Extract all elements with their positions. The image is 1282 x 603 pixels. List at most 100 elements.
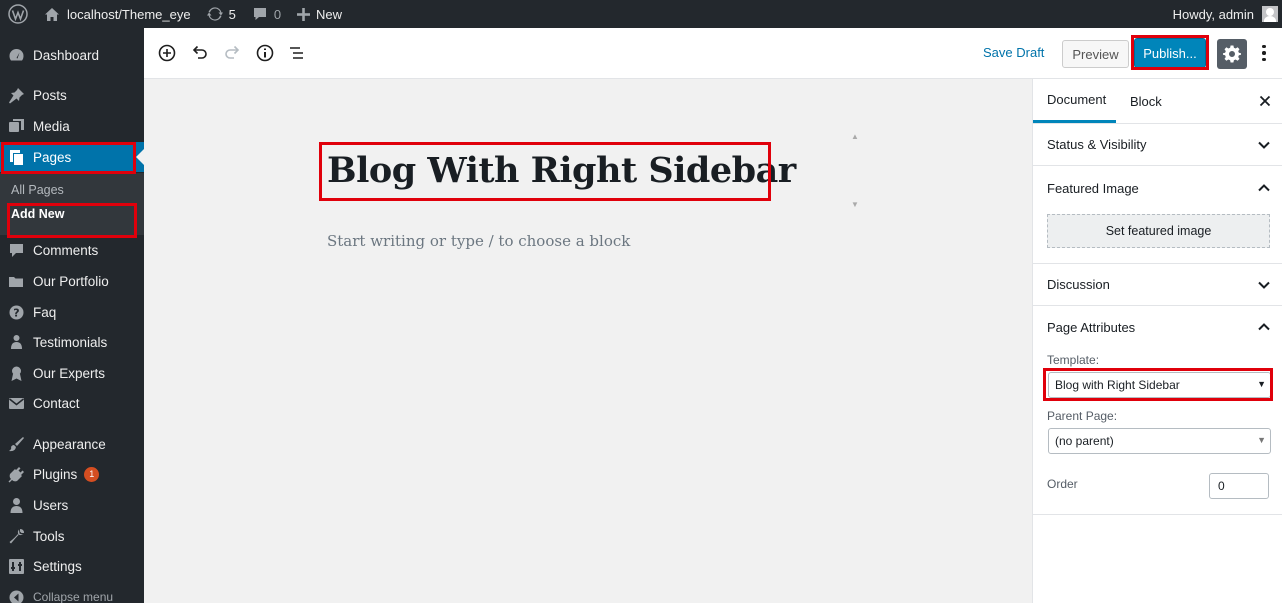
save-draft-button[interactable]: Save Draft	[983, 45, 1044, 60]
sidebar-item-label: Pages	[33, 149, 72, 165]
new-label: New	[316, 6, 343, 22]
template-label: Template:	[1047, 353, 1100, 367]
block-navigation-button[interactable]	[285, 41, 309, 65]
sidebar-item-our-experts[interactable]: Our Experts	[0, 358, 144, 388]
close-icon[interactable]	[1257, 93, 1273, 109]
panel-status-visibility[interactable]: Status & Visibility	[1033, 124, 1282, 166]
dropdown-arrow-icon: ▼	[1257, 379, 1266, 389]
plus-icon	[297, 7, 311, 21]
order-input[interactable]: 0	[1209, 473, 1269, 499]
sidebar-item-faq[interactable]: ? Faq	[0, 297, 144, 327]
panel-featured-image[interactable]: Featured Image	[1033, 167, 1282, 209]
redo-button[interactable]	[220, 41, 244, 65]
sidebar-item-label: Our Experts	[33, 365, 106, 381]
wrench-icon	[8, 528, 25, 545]
dashboard-icon	[8, 47, 25, 64]
settings-sidebar: Document Block Status & Visibility Featu…	[1032, 79, 1282, 603]
email-icon	[8, 395, 25, 412]
content-structure-button[interactable]	[253, 41, 277, 65]
preview-button[interactable]: Preview	[1062, 40, 1129, 68]
more-dot	[1262, 57, 1266, 62]
new-content-link[interactable]: New	[289, 0, 350, 28]
sidebar-item-testimonials[interactable]: Testimonials	[0, 327, 144, 357]
move-up-icon[interactable]: ▲	[849, 131, 861, 141]
panel-title: Discussion	[1047, 277, 1110, 292]
comments-count: 0	[273, 6, 282, 22]
post-title-input[interactable]: Blog With Right Sidebar	[327, 150, 796, 191]
tab-block[interactable]: Block	[1116, 79, 1176, 123]
parent-page-select[interactable]: (no parent) ▼	[1048, 428, 1271, 454]
more-dot	[1262, 51, 1266, 55]
sidebar-item-pages[interactable]: Pages	[0, 142, 144, 172]
users-icon	[8, 497, 25, 514]
more-options-button[interactable]	[1253, 41, 1275, 65]
chevron-down-icon	[1257, 278, 1271, 292]
block-appender-placeholder[interactable]: Start writing or type / to choose a bloc…	[327, 232, 630, 250]
settings-icon	[8, 558, 25, 575]
pages-icon	[8, 149, 25, 166]
settings-toggle-button[interactable]	[1217, 39, 1247, 69]
comment-icon	[8, 242, 25, 259]
sidebar-item-plugins[interactable]: Plugins 1	[0, 459, 144, 489]
paintbrush-icon	[8, 436, 25, 453]
move-down-icon[interactable]: ▼	[849, 199, 861, 209]
updates-count: 5	[228, 6, 236, 22]
sidebar-item-label: Posts	[33, 87, 67, 103]
sidebar-item-label: Dashboard	[33, 47, 100, 63]
order-label: Order	[1047, 477, 1078, 491]
sidebar-item-media[interactable]: Media	[0, 111, 144, 141]
sidebar-item-label: Media	[33, 118, 70, 134]
sidebar-item-users[interactable]: Users	[0, 490, 144, 520]
undo-button[interactable]	[188, 41, 212, 65]
svg-text:?: ?	[13, 306, 19, 319]
panel-discussion[interactable]: Discussion	[1033, 264, 1282, 306]
sidebar-item-tools[interactable]: Tools	[0, 521, 144, 551]
add-block-button[interactable]	[155, 41, 179, 65]
comments-link[interactable]: 0	[244, 0, 289, 28]
updates-link[interactable]: 5	[199, 0, 244, 28]
sidebar-item-posts[interactable]: Posts	[0, 80, 144, 110]
info-icon	[255, 43, 275, 63]
sidebar-item-label: Comments	[33, 242, 99, 258]
sidebar-item-label: Our Portfolio	[33, 273, 109, 289]
pushpin-icon	[8, 87, 25, 104]
parent-page-label: Parent Page:	[1047, 409, 1118, 423]
pages-submenu: All Pages Add New	[0, 173, 144, 235]
sidebar-item-label: Faq	[33, 304, 57, 320]
editor-canvas: ▲ Blog With Right Sidebar ▼ Start writin…	[144, 79, 1032, 603]
collapse-menu-button[interactable]: Collapse menu	[0, 582, 144, 603]
set-featured-image-button[interactable]: Set featured image	[1047, 214, 1270, 248]
account-menu[interactable]: Howdy, admin	[1165, 0, 1282, 28]
undo-icon	[190, 43, 210, 63]
avatar	[1262, 6, 1278, 22]
sidebar-item-dashboard[interactable]: Dashboard	[0, 40, 144, 70]
redo-icon	[222, 43, 242, 63]
sidebar-item-contact[interactable]: Contact	[0, 388, 144, 418]
wordpress-logo-icon[interactable]	[0, 0, 36, 28]
publish-button[interactable]: Publish...	[1134, 38, 1206, 68]
panel-title: Page Attributes	[1047, 319, 1136, 335]
tab-document[interactable]: Document	[1033, 79, 1116, 123]
admin-bar: localhost/Theme_eye 5 0 New Howdy, admin	[0, 0, 1282, 28]
chevron-up-icon	[1257, 181, 1271, 195]
dropdown-arrow-icon: ▼	[1257, 435, 1266, 445]
site-name: localhost/Theme_eye	[67, 6, 191, 22]
plus-circle-icon	[157, 43, 177, 63]
sidebar-item-label: Plugins	[33, 466, 78, 482]
greeting: Howdy, admin	[1172, 6, 1254, 22]
submenu-add-new[interactable]: Add New	[11, 207, 64, 221]
settings-tabs: Document Block	[1033, 79, 1282, 124]
sidebar-item-comments[interactable]: Comments	[0, 235, 144, 265]
collapse-label: Collapse menu	[33, 590, 114, 603]
site-name-link[interactable]: localhost/Theme_eye	[36, 0, 199, 28]
submenu-all-pages[interactable]: All Pages	[11, 183, 64, 197]
sidebar-item-label: Tools	[33, 528, 65, 544]
template-select[interactable]: Blog with Right Sidebar ▼	[1048, 372, 1271, 398]
sidebar-item-appearance[interactable]: Appearance	[0, 429, 144, 459]
sidebar-item-our-portfolio[interactable]: Our Portfolio	[0, 266, 144, 296]
collapse-icon	[8, 589, 25, 603]
updates-icon	[206, 6, 223, 22]
sidebar-item-settings[interactable]: Settings	[0, 551, 144, 581]
panel-page-attributes[interactable]: Page Attributes	[1033, 306, 1282, 348]
sidebar-item-label: Settings	[33, 558, 82, 574]
